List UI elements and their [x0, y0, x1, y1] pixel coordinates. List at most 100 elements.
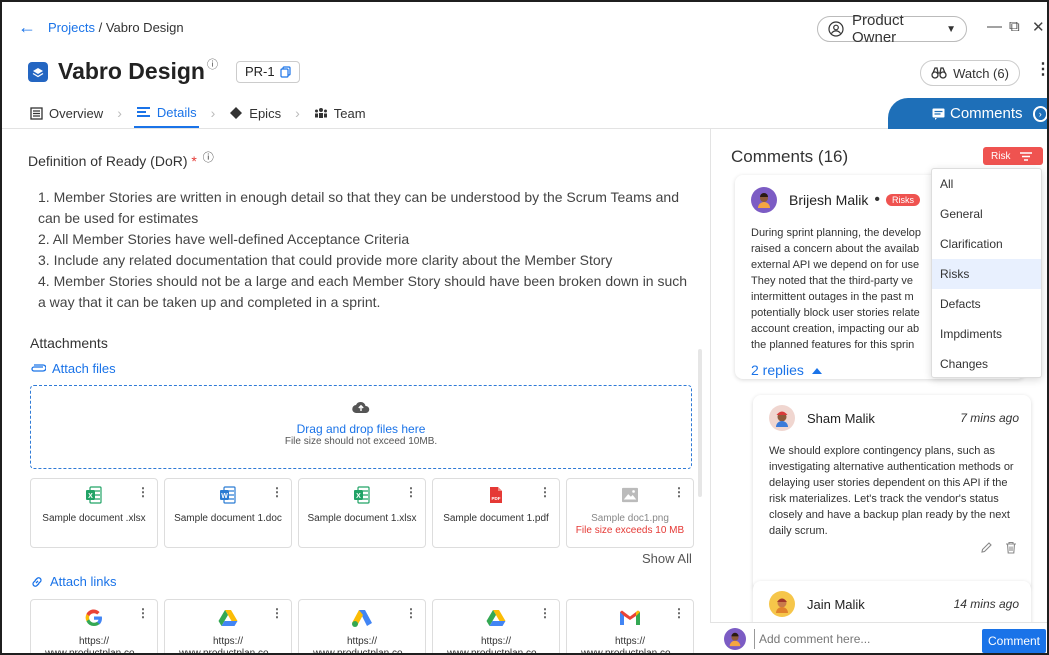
link-url: https:// www.productplan.co...: [179, 636, 277, 655]
file-card[interactable]: ⋮ PDF Sample document 1.pdf: [432, 478, 560, 548]
copy-icon[interactable]: [280, 65, 291, 78]
comments-toggle-button[interactable]: Comments ›: [888, 98, 1047, 129]
file-card[interactable]: ⋮ Sample doc1.png File size exceeds 10 M…: [566, 478, 694, 548]
caret-down-icon: ▼: [946, 23, 956, 35]
details-list-icon: [136, 106, 151, 118]
pdf-icon: PDF: [488, 485, 504, 505]
card-menu-icon[interactable]: ⋮: [405, 606, 417, 620]
comment-filter-button[interactable]: Risk: [983, 147, 1043, 165]
attachments-heading: Attachments: [30, 335, 108, 351]
comment-icon: [932, 108, 945, 120]
avatar: [724, 628, 746, 650]
tab-overview[interactable]: Overview: [28, 98, 105, 128]
file-name: Sample document 1.xlsx: [307, 513, 417, 524]
filter-option-impdiments[interactable]: Impdiments: [932, 319, 1041, 349]
filter-icon: [1020, 151, 1033, 161]
watch-label: Watch (6): [953, 65, 1009, 81]
edit-pencil-icon[interactable]: [980, 541, 993, 559]
link-card[interactable]: ⋮ https:// www.productplan.co...: [432, 599, 560, 655]
restore-icon[interactable]: ⧉: [1009, 18, 1020, 35]
filter-option-risks[interactable]: Risks: [932, 259, 1041, 289]
dropzone-title: Drag and drop files here: [296, 422, 426, 436]
word-icon: W: [220, 485, 236, 505]
card-menu-icon[interactable]: ⋮: [539, 485, 551, 499]
minimize-icon[interactable]: —: [987, 18, 1002, 35]
show-all-link[interactable]: Show All: [642, 551, 692, 566]
comments-title: Comments (16): [731, 147, 849, 166]
role-selector[interactable]: Product Owner ▼: [817, 12, 967, 46]
dor-item: 4. Member Stories should not be a large …: [38, 273, 688, 310]
link-url: https:// www.productplan.co...: [45, 636, 143, 655]
reply-actions: [980, 541, 1017, 559]
document-list-icon: [30, 106, 43, 120]
reply-author: Sham Malik: [807, 410, 875, 426]
binoculars-icon: [931, 67, 947, 79]
filter-option-general[interactable]: General: [932, 199, 1041, 229]
close-icon[interactable]: ✕: [1032, 18, 1045, 36]
file-name: Sample doc1.png: [591, 513, 669, 524]
file-dropzone[interactable]: Drag and drop files here File size shoul…: [30, 385, 692, 469]
filter-option-all[interactable]: All: [932, 169, 1041, 199]
file-error: File size exceeds 10 MB: [575, 525, 685, 536]
back-arrow-icon[interactable]: ←: [18, 18, 36, 36]
reply-author: Jain Malik: [807, 596, 865, 612]
project-id: PR-1: [244, 64, 275, 79]
link-url: https:// www.productplan.co...: [581, 636, 679, 655]
link-url: https:// www.productplan.co...: [447, 636, 545, 655]
file-name: Sample document 1.doc: [174, 513, 282, 524]
file-card[interactable]: ⋮ X Sample document .xlsx: [30, 478, 158, 548]
reply-header: Jain Malik 14 mins ago: [769, 591, 1019, 617]
link-card[interactable]: ⋮ https:// www.productplan.co...: [566, 599, 694, 655]
info-icon[interactable]: ⓘ: [203, 152, 214, 164]
card-menu-icon[interactable]: ⋮: [405, 485, 417, 499]
dropzone-hint: File size should not exceed 10MB.: [284, 436, 438, 447]
google-ads-icon: [351, 606, 373, 630]
tab-team[interactable]: Team: [312, 98, 368, 128]
card-menu-icon[interactable]: ⋮: [271, 485, 283, 499]
attach-files-link[interactable]: Attach files: [30, 361, 116, 376]
link-card[interactable]: ⋮ https:// www.productplan.co...: [298, 599, 426, 653]
excel-icon: X: [86, 485, 102, 505]
trash-icon[interactable]: [1005, 541, 1017, 559]
card-menu-icon[interactable]: ⋮: [137, 606, 149, 620]
user-circle-icon: [828, 21, 844, 37]
filter-option-defacts[interactable]: Defacts: [932, 289, 1041, 319]
scrollbar[interactable]: [698, 349, 702, 497]
info-icon[interactable]: ⓘ: [207, 56, 218, 72]
required-marker: *: [191, 153, 197, 169]
reply-time: 7 mins ago: [960, 411, 1019, 425]
avatar: [769, 405, 795, 431]
filter-label: Risk: [991, 150, 1011, 162]
file-card[interactable]: ⋮ X Sample document 1.xlsx: [298, 478, 426, 548]
attach-links-link[interactable]: Attach links: [30, 574, 116, 589]
reply-header: Sham Malik 7 mins ago: [769, 405, 1019, 431]
tab-details[interactable]: Details: [133, 98, 199, 128]
link-card[interactable]: ⋮ https:// www.productplan.co...: [30, 599, 158, 655]
comment-header: Brijesh Malik • Risks: [751, 187, 920, 213]
filter-option-changes[interactable]: Changes: [932, 349, 1041, 379]
filter-option-clarification[interactable]: Clarification: [932, 229, 1041, 259]
card-menu-icon[interactable]: ⋮: [539, 606, 551, 620]
link-card[interactable]: ⋮ https:// www.productplan.co...: [164, 599, 292, 655]
dor-item: 1. Member Stories are written in enough …: [38, 189, 679, 226]
svg-text:X: X: [356, 493, 361, 500]
more-options-icon[interactable]: ⋮: [1035, 62, 1047, 78]
app-window: ← Projects / Vabro Design Product Owner …: [0, 0, 1049, 655]
card-menu-icon[interactable]: ⋮: [673, 606, 685, 620]
project-id-badge: PR-1: [235, 60, 300, 83]
card-menu-icon[interactable]: ⋮: [673, 485, 685, 499]
card-menu-icon[interactable]: ⋮: [137, 485, 149, 499]
google-drive-icon: [217, 606, 239, 630]
breadcrumb-projects[interactable]: Projects: [48, 20, 95, 35]
tab-epics[interactable]: Epics: [227, 98, 283, 128]
svg-text:X: X: [88, 493, 93, 500]
reply-time: 14 mins ago: [953, 597, 1019, 611]
comment-input[interactable]: Add comment here...: [754, 629, 968, 649]
replies-toggle[interactable]: 2 replies: [751, 362, 822, 378]
tab-bar: Overview › Details › Epics › Team: [28, 98, 368, 128]
comment-submit-button[interactable]: Comment: [982, 629, 1046, 653]
file-card[interactable]: ⋮ W Sample document 1.doc: [164, 478, 292, 548]
google-icon: [83, 606, 105, 630]
card-menu-icon[interactable]: ⋮: [271, 606, 283, 620]
watch-button[interactable]: Watch (6): [920, 60, 1020, 86]
